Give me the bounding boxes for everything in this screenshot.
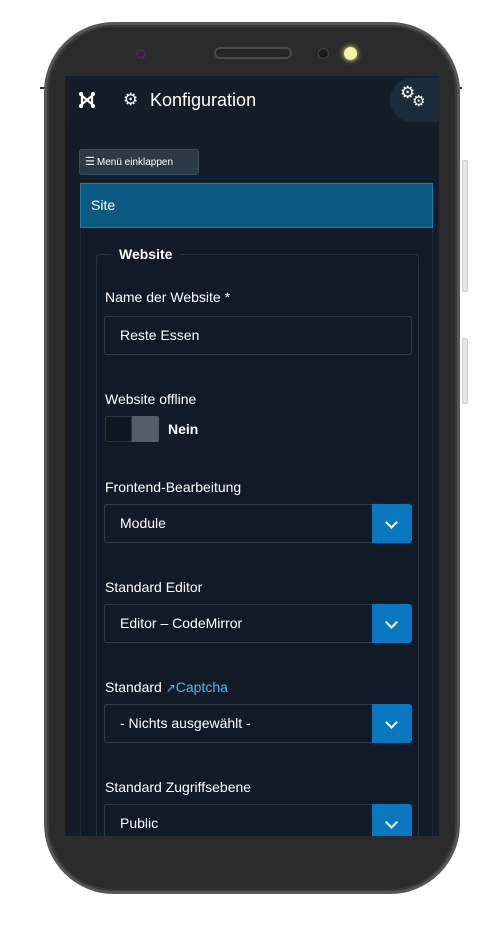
chevron-down-icon[interactable] (372, 604, 412, 643)
options-gears-button[interactable]: ⚙ ⚙ (390, 78, 439, 122)
offline-state: Nein (168, 421, 199, 437)
proximity-sensor (318, 48, 329, 59)
collapse-menu-label: Menü einklappen (96, 157, 174, 168)
tab-site[interactable]: Site (80, 183, 433, 228)
fieldset-legend: Website (111, 244, 181, 264)
notification-light (344, 47, 357, 60)
volume-button (462, 160, 468, 292)
chevron-down-icon[interactable] (372, 504, 412, 543)
editor-label: Standard Editor (105, 579, 203, 595)
phone-screen: ⚙ Konfiguration ⚙ ⚙ ☰ Menü einklappen Sit… (65, 76, 439, 836)
toggle-knob (132, 416, 159, 442)
gear-icon: ⚙ (123, 90, 139, 109)
earpiece-speaker (214, 47, 292, 59)
captcha-link[interactable]: Captcha (176, 679, 228, 695)
frontend-edit-value: Module (120, 515, 166, 531)
offline-label: Website offline (105, 391, 197, 407)
bars-icon: ☰ (85, 156, 95, 168)
app-header: ⚙ Konfiguration ⚙ ⚙ (65, 76, 439, 126)
joomla-icon[interactable] (77, 90, 97, 110)
site-panel: Website Name der Website * Reste Essen W… (80, 228, 433, 836)
chevron-down-icon[interactable] (372, 704, 412, 743)
captcha-label-prefix: Standard (105, 679, 162, 695)
toggle-track (105, 416, 132, 442)
main-content: ☰ Menü einklappen Site Website Name der W… (65, 126, 439, 836)
chevron-down-icon[interactable] (372, 804, 412, 836)
site-name-label: Name der Website * (105, 289, 231, 305)
external-link-icon[interactable]: ↗ (166, 681, 176, 695)
captcha-value: - Nichts ausgewählt - (120, 715, 251, 731)
captcha-label: Standard ↗Captcha (105, 678, 228, 697)
collapse-menu-button[interactable]: ☰ Menü einklappen (79, 149, 199, 175)
front-camera (136, 49, 146, 59)
frontend-edit-label: Frontend-Bearbeitung (105, 479, 242, 495)
page-title: Konfiguration (150, 90, 257, 110)
captcha-select[interactable]: - Nichts ausgewählt - (104, 704, 412, 743)
site-name-input[interactable]: Reste Essen (104, 316, 412, 355)
frontend-edit-select[interactable]: Module (104, 504, 412, 543)
editor-select[interactable]: Editor – CodeMirror (104, 604, 412, 643)
offline-toggle[interactable] (105, 416, 159, 442)
access-label: Standard Zugriffsebene (105, 779, 252, 795)
access-value: Public (120, 815, 159, 831)
gears-icon-small: ⚙ (412, 93, 426, 110)
editor-value: Editor – CodeMirror (120, 615, 243, 631)
access-select[interactable]: Public (104, 804, 412, 836)
power-button (462, 338, 468, 404)
